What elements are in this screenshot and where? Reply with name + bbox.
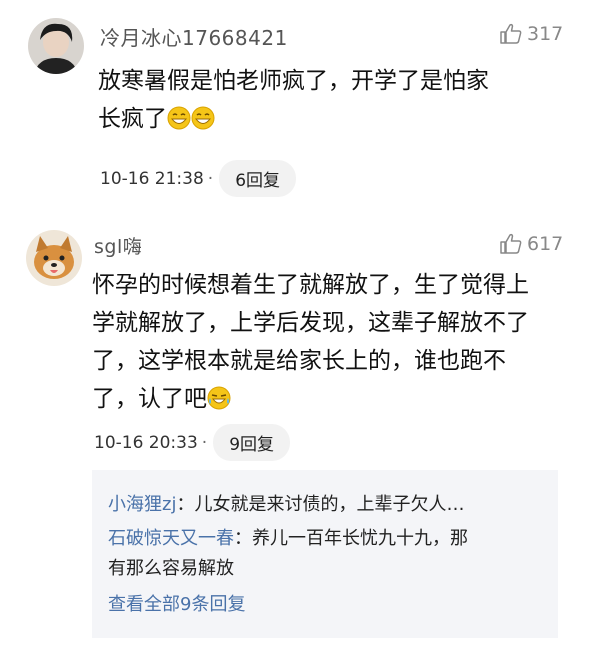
comment-text-line: 了，认了吧 [92,380,572,418]
avatar[interactable] [26,230,82,286]
like-button[interactable]: 317 [499,22,563,46]
username[interactable]: 冷月冰心17668421 [100,22,288,51]
grin-emoji [191,106,215,130]
like-button[interactable]: 617 [499,232,563,256]
comment-meta: 10-16 21:38 · 6回复 [100,160,297,197]
reply-item[interactable]: 石破惊天又一春：养儿一百年长忧九十九，那 有那么容易解放 [108,524,548,584]
comment-text-line: 怀孕的时候想着生了就解放了，生了觉得上 [92,272,529,298]
reply-text: ：儿女就是来讨债的，上辈子欠人… [176,494,465,515]
laugh-cry-emoji [207,386,231,410]
reply-button[interactable]: 6回复 [219,160,297,197]
separator-dot: · [201,432,208,453]
reply-button[interactable]: 9回复 [213,424,291,461]
comment-text: 怀孕的时候想着生了就解放了，生了觉得上 学就解放了，上学后发现，这辈子解放不了 … [92,266,572,418]
reply-text: ：养儿一百年长忧九十九，那 [234,528,468,549]
thumbs-up-icon [500,23,522,44]
timestamp: 10-16 21:38 [100,168,204,189]
comment-text-line: 放寒暑假是怕老师疯了，开学了是怕家 [98,68,489,94]
comment-text-line: 了，这学根本就是给家长上的，谁也跑不 [92,348,506,374]
thumbs-up-icon [500,233,522,254]
reply-username[interactable]: 石破惊天又一春 [108,528,234,549]
timestamp: 10-16 20:33 [94,432,198,453]
comment-text-line: 长疯了 [98,100,568,138]
reply-username[interactable]: 小海狸zj [108,494,176,515]
comment-text: 放寒暑假是怕老师疯了，开学了是怕家 长疯了 [98,62,568,138]
avatar[interactable] [28,18,84,74]
like-count: 317 [527,23,564,45]
grin-emoji [167,106,191,130]
username[interactable]: sgl嗨 [94,232,142,259]
see-all-replies-link[interactable]: 查看全部9条回复 [108,590,245,616]
like-count: 617 [527,233,564,255]
separator-dot: · [207,168,214,189]
replies-preview[interactable]: 小海狸zj：儿女就是来讨债的，上辈子欠人… 石破惊天又一春：养儿一百年长忧九十九… [92,470,558,638]
reply-item[interactable]: 小海狸zj：儿女就是来讨债的，上辈子欠人… [108,490,548,520]
reply-text-continued: 有那么容易解放 [108,558,234,579]
comment-meta: 10-16 20:33 · 9回复 [94,424,291,461]
comment-text-line: 学就解放了，上学后发现，这辈子解放不了 [92,310,529,336]
